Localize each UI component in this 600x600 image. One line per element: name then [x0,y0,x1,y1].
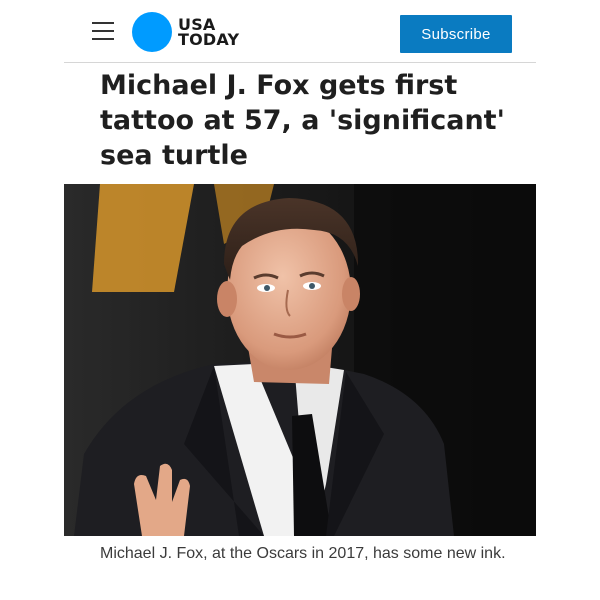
page-frame: USA TODAY Subscribe Michael J. Fox gets … [64,0,536,600]
logo-line-today: TODAY [178,30,240,49]
article-photo[interactable] [64,184,536,536]
subscribe-button[interactable]: Subscribe [400,15,512,53]
logo-circle-icon [132,12,172,52]
site-header: USA TODAY Subscribe [64,0,536,63]
hamburger-menu-icon[interactable] [92,22,114,40]
usa-today-logo[interactable]: USA TODAY [132,12,239,52]
article-headline: Michael J. Fox gets first tattoo at 57, … [100,70,505,171]
logo-wordmark: USA TODAY [178,17,240,49]
photo-caption: Michael J. Fox, at the Oscars in 2017, h… [100,545,506,562]
